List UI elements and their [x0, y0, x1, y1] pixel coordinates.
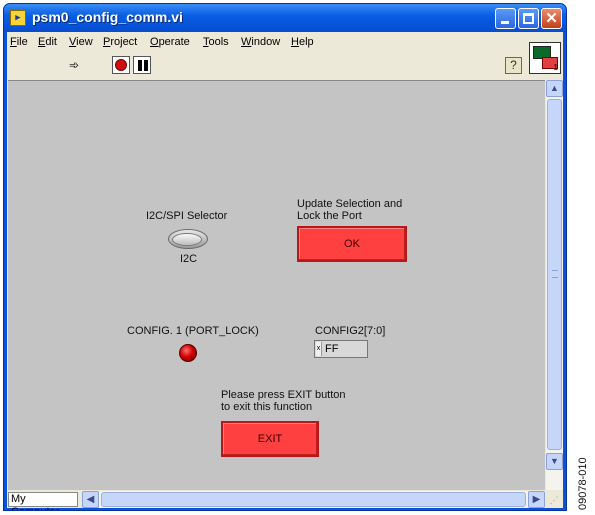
menu-view[interactable]: View	[69, 36, 93, 48]
switch-knob	[172, 233, 202, 246]
abort-button[interactable]	[112, 56, 130, 74]
resize-grip-icon[interactable]: ⋰	[547, 493, 561, 507]
run-button[interactable]: ➾	[65, 57, 83, 73]
exit-instruction-line2: to exit this function	[221, 401, 313, 413]
vi-icon-number: 1	[553, 63, 558, 72]
pause-button[interactable]	[133, 56, 151, 74]
window-title: psm0_config_comm.vi	[32, 9, 183, 25]
menu-help[interactable]: Help	[291, 36, 314, 48]
scroll-down-icon[interactable]: ▼	[546, 453, 563, 470]
run-arrow-icon: ➾	[68, 58, 80, 72]
config1-label: CONFIG. 1 (PORT_LOCK)	[127, 325, 259, 337]
menu-operate[interactable]: Operate	[150, 36, 190, 48]
config2-indicator: x FF	[314, 340, 368, 358]
vertical-scrollbar[interactable]: ▲ ▼	[546, 80, 563, 490]
minimize-icon	[501, 21, 509, 24]
window-client: File Edit View Project Operate Tools Win…	[7, 32, 563, 510]
selector-value: I2C	[180, 253, 198, 265]
title-bar[interactable]: ▶ psm0_config_comm.vi ✕	[4, 4, 566, 32]
horizontal-scrollbar[interactable]: ◀ ▶	[82, 491, 545, 508]
scroll-left-icon[interactable]: ◀	[82, 491, 99, 508]
update-label-line2: Lock the Port	[297, 210, 362, 222]
figure-id: 09078-010	[577, 457, 589, 510]
update-label-line1: Update Selection and	[297, 198, 403, 210]
close-icon: ✕	[545, 10, 558, 27]
close-button[interactable]: ✕	[541, 8, 562, 29]
menu-bar: File Edit View Project Operate Tools Win…	[7, 34, 517, 52]
menu-tools[interactable]: Tools	[203, 36, 229, 48]
menu-file[interactable]: File	[10, 36, 28, 48]
vi-window: ▶ psm0_config_comm.vi ✕ File Edit View P…	[3, 3, 567, 511]
grip-icon	[552, 270, 558, 278]
selector-label: I2C/SPI Selector	[146, 210, 228, 222]
config2-label: CONFIG2[7:0]	[315, 325, 386, 337]
horizontal-scroll-thumb[interactable]	[101, 492, 526, 507]
toolbar: ➾ ?	[7, 54, 527, 76]
maximize-icon	[523, 13, 534, 24]
i2c-spi-selector-switch[interactable]	[168, 229, 208, 249]
context-help-button[interactable]: ?	[505, 57, 522, 74]
ok-button[interactable]: OK	[297, 226, 407, 262]
menu-window[interactable]: Window	[241, 36, 280, 48]
pause-icon-bar	[144, 60, 148, 71]
config2-value: FF	[325, 343, 339, 355]
menu-edit[interactable]: Edit	[38, 36, 57, 48]
port-lock-led	[179, 344, 197, 362]
radix-indicator[interactable]: x	[316, 342, 322, 356]
front-panel: I2C/SPI Selector I2C Update Selection an…	[8, 80, 545, 490]
vertical-scroll-thumb[interactable]	[547, 99, 562, 450]
abort-execution-icon	[115, 59, 127, 71]
maximize-button[interactable]	[518, 8, 539, 29]
exit-button[interactable]: EXIT	[221, 421, 319, 457]
application-context: My Computer	[8, 492, 78, 510]
vi-connector-icon[interactable]: 1	[529, 42, 561, 74]
exit-instruction-line1: Please press EXIT button	[221, 389, 346, 401]
scroll-right-icon[interactable]: ▶	[528, 491, 545, 508]
pause-icon	[138, 60, 142, 71]
menu-project[interactable]: Project	[103, 36, 137, 48]
scroll-up-icon[interactable]: ▲	[546, 80, 563, 97]
minimize-button[interactable]	[495, 8, 516, 29]
labview-vi-icon: ▶	[10, 10, 26, 26]
status-bar: My Computer ◀ ▶ ⋰	[7, 491, 563, 510]
